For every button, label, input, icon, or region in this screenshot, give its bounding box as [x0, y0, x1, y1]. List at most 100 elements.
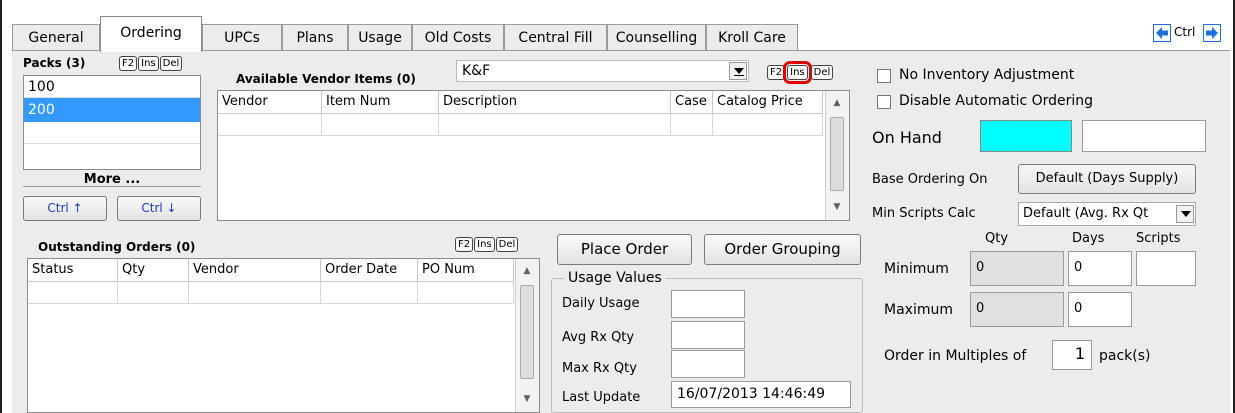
tab-old-costs[interactable]: Old Costs	[412, 24, 504, 51]
col-order-date[interactable]: Order Date	[321, 259, 418, 282]
outstanding-f2-button[interactable]: F2	[455, 237, 474, 252]
pack-item-selected[interactable]: 200	[24, 98, 200, 122]
pack-unit-label: pack(s)	[1099, 348, 1151, 364]
tab-counselling[interactable]: Counselling	[607, 24, 706, 51]
packs-del-button[interactable]: Del	[159, 56, 183, 71]
min-scripts-select[interactable]: Default (Avg. Rx Qt	[1018, 202, 1196, 226]
base-ordering-button[interactable]: Default (Days Supply)	[1018, 164, 1196, 194]
col-qty[interactable]: Qty	[118, 259, 189, 282]
scroll-down-icon[interactable]: ▼	[516, 391, 538, 408]
packs-list[interactable]: 100 200	[23, 75, 201, 170]
packs-title: Packs (3)	[23, 56, 86, 70]
tab-upcs[interactable]: UPCs	[202, 24, 282, 51]
table-cell	[713, 114, 823, 136]
arrow-right-icon[interactable]	[1203, 24, 1221, 42]
vendor-del-button[interactable]: Del	[810, 65, 834, 80]
tab-central-fill[interactable]: Central Fill	[504, 24, 607, 51]
no-inventory-label: No Inventory Adjustment	[899, 67, 1075, 83]
table-cell	[218, 114, 322, 136]
col-vendor[interactable]: Vendor	[218, 91, 322, 114]
tab-ordering[interactable]: Ordering	[100, 16, 202, 52]
packs-divider	[23, 186, 201, 187]
no-inventory-checkbox[interactable]	[877, 69, 891, 83]
outstanding-del-button[interactable]: Del	[495, 237, 519, 252]
disable-auto-ordering-checkbox[interactable]	[877, 95, 891, 109]
outstanding-ins-button[interactable]: Ins	[474, 237, 495, 252]
maximum-days-field[interactable]: 0	[1068, 292, 1132, 327]
table-cell	[28, 282, 118, 304]
packs-keys: F2 Ins Del	[119, 55, 183, 71]
scroll-thumb[interactable]	[830, 117, 844, 191]
order-grouping-button[interactable]: Order Grouping	[704, 234, 861, 265]
vendor-select-value: K&F	[462, 63, 491, 79]
vendor-ins-button[interactable]: Ins	[783, 61, 812, 84]
outstanding-scrollbar[interactable]: ▲ ▼	[515, 259, 539, 412]
table-cell	[671, 114, 713, 136]
ctrl-up-button[interactable]: Ctrl ↑	[23, 196, 107, 221]
on-hand-field[interactable]	[980, 120, 1072, 152]
minimum-scripts-field[interactable]	[1136, 251, 1196, 286]
scroll-thumb[interactable]	[520, 285, 534, 379]
scroll-down-icon[interactable]: ▼	[826, 199, 848, 216]
col-vendor[interactable]: Vendor	[189, 259, 321, 282]
col-status[interactable]: Status	[28, 259, 118, 282]
outstanding-title: Outstanding Orders (0)	[38, 240, 196, 254]
vendor-scrollbar[interactable]: ▲ ▼	[825, 91, 849, 220]
minimum-label: Minimum	[884, 261, 949, 277]
ctrl-down-button[interactable]: Ctrl ↓	[117, 196, 201, 221]
vendor-dropdown-button[interactable]	[729, 62, 747, 80]
packs-f2-button[interactable]: F2	[119, 56, 138, 71]
tab-usage[interactable]: Usage	[348, 24, 412, 51]
tab-strip: General Ordering UPCs Plans Usage Old Co…	[12, 16, 1230, 52]
disable-auto-ordering-label: Disable Automatic Ordering	[899, 93, 1094, 109]
col-scripts-header: Scripts	[1136, 231, 1181, 246]
vendor-items-grid[interactable]: Vendor Item Num Description Case Catalog…	[217, 90, 850, 221]
maximum-qty-field[interactable]: 0	[970, 292, 1064, 327]
outstanding-grid[interactable]: Status Qty Vendor Order Date PO Num ▲ ▼	[27, 258, 540, 413]
tab-general[interactable]: General	[12, 24, 100, 51]
scroll-up-icon[interactable]: ▲	[826, 95, 848, 112]
min-scripts-label: Min Scripts Calc	[872, 206, 976, 221]
outstanding-keys: F2 Ins Del	[455, 236, 519, 252]
vendor-select[interactable]: K&F	[456, 60, 749, 82]
daily-usage-field[interactable]	[671, 290, 745, 318]
tab-plans[interactable]: Plans	[282, 24, 348, 51]
usage-values-title: Usage Values	[564, 270, 666, 286]
col-description[interactable]: Description	[439, 91, 671, 114]
order-multiples-field[interactable]: 1	[1052, 340, 1092, 370]
table-cell	[321, 282, 418, 304]
maximum-label: Maximum	[884, 302, 953, 318]
more-packs-link[interactable]: More ...	[23, 170, 201, 190]
pack-item-empty[interactable]	[24, 122, 200, 144]
max-rx-qty-field[interactable]	[671, 350, 745, 378]
scroll-up-icon[interactable]: ▲	[516, 263, 538, 280]
ctrl-label: Ctrl	[1174, 25, 1196, 39]
minimum-days-field[interactable]: 0	[1068, 251, 1132, 286]
max-rx-qty-label: Max Rx Qty	[562, 361, 637, 376]
vendor-items-title: Available Vendor Items (0)	[236, 72, 416, 86]
col-po-num[interactable]: PO Num	[418, 259, 514, 282]
base-ordering-label: Base Ordering On	[872, 172, 988, 187]
min-scripts-dropdown-button[interactable]	[1176, 205, 1194, 223]
on-hand-extra-field[interactable]	[1082, 120, 1206, 152]
table-cell	[439, 114, 671, 136]
arrow-left-icon[interactable]	[1153, 24, 1171, 42]
on-hand-label: On Hand	[872, 128, 942, 147]
avg-rx-qty-field[interactable]	[671, 321, 745, 349]
col-case[interactable]: Case	[671, 91, 713, 114]
table-cell	[189, 282, 321, 304]
minimum-qty-field[interactable]: 0	[970, 251, 1064, 286]
vendor-keys: F2 Ins Del	[767, 61, 834, 84]
vendor-f2-button[interactable]: F2	[767, 65, 786, 80]
table-cell	[118, 282, 189, 304]
tab-kroll-care[interactable]: Kroll Care	[706, 24, 798, 51]
packs-ins-button[interactable]: Ins	[138, 56, 159, 71]
pack-item[interactable]: 100	[24, 76, 200, 98]
last-update-label: Last Update	[562, 390, 641, 405]
last-update-field: 16/07/2013 14:46:49	[671, 381, 851, 408]
place-order-button[interactable]: Place Order	[557, 234, 692, 265]
daily-usage-label: Daily Usage	[562, 296, 640, 311]
col-item-num[interactable]: Item Num	[322, 91, 439, 114]
chevron-down-icon	[734, 68, 744, 76]
col-catalog-price[interactable]: Catalog Price	[713, 91, 823, 114]
